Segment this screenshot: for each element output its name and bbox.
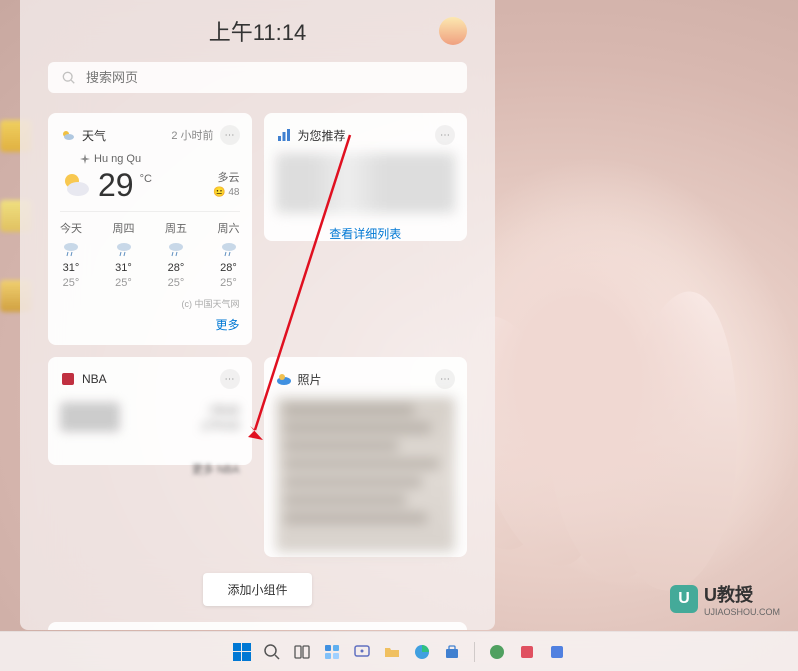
app-icon[interactable] bbox=[485, 640, 509, 664]
weather-condition: 多云 bbox=[213, 169, 239, 185]
app-icon[interactable] bbox=[545, 640, 569, 664]
chat-icon[interactable] bbox=[350, 640, 374, 664]
recommend-content-blurred bbox=[276, 153, 456, 213]
photos-title: 照片 bbox=[298, 371, 322, 388]
news-section: 热门故事 bbox=[48, 622, 467, 630]
rain-icon bbox=[166, 239, 186, 259]
nba-icon bbox=[60, 371, 76, 387]
explorer-icon[interactable] bbox=[380, 640, 404, 664]
store-icon[interactable] bbox=[440, 640, 464, 664]
weather-attribution: (c) 中国天气网 bbox=[60, 297, 240, 310]
search-icon bbox=[62, 71, 76, 85]
widgets-icon[interactable] bbox=[320, 640, 344, 664]
widget-more-button[interactable]: ⋯ bbox=[435, 125, 455, 145]
weather-updated: 2 小时前 bbox=[171, 127, 213, 143]
app-icon[interactable] bbox=[515, 640, 539, 664]
weather-unit: °C bbox=[140, 173, 152, 185]
task-view-icon[interactable] bbox=[290, 640, 314, 664]
widget-more-button[interactable]: ⋯ bbox=[435, 369, 455, 389]
forecast-day: 周四 31° 25° bbox=[113, 220, 135, 289]
weather-widget[interactable]: 天气 2 小时前 ⋯ Hu ng Qu 29 °C 多 bbox=[48, 113, 252, 345]
taskbar bbox=[0, 631, 798, 671]
watermark-icon: U bbox=[670, 585, 698, 613]
panel-time: 上午11:14 bbox=[209, 15, 306, 47]
weather-icon bbox=[60, 127, 76, 143]
search-bar[interactable] bbox=[48, 62, 467, 93]
widgets-panel: 上午11:14 天气 2 小时前 ⋯ Hu ng Qu bbox=[20, 0, 495, 630]
widget-more-button[interactable]: ⋯ bbox=[220, 369, 240, 389]
rain-icon bbox=[219, 239, 239, 259]
rain-icon bbox=[114, 239, 134, 259]
forecast-day: 今天 31° 25° bbox=[60, 220, 82, 289]
chart-icon bbox=[276, 127, 292, 143]
nba-more-link[interactable]: 更多 NBA bbox=[60, 461, 240, 477]
watermark: U U教授 UJIAOSHOU.COM bbox=[662, 577, 788, 621]
sun-cloud-icon bbox=[60, 169, 92, 201]
nba-content-blurred: 7月3日 上午9:00 bbox=[60, 397, 240, 437]
photos-widget[interactable]: 照片 ⋯ bbox=[264, 357, 468, 557]
recommend-detail-link[interactable]: 查看详细列表 bbox=[276, 225, 456, 242]
edge-icon[interactable] bbox=[410, 640, 434, 664]
photos-content-blurred bbox=[276, 397, 456, 552]
user-avatar[interactable] bbox=[439, 17, 467, 45]
recommend-widget[interactable]: 为您推荐 ⋯ 查看详细列表 bbox=[264, 113, 468, 241]
location-icon bbox=[80, 154, 90, 164]
photos-icon bbox=[276, 371, 292, 387]
forecast-day: 周五 28° 25° bbox=[165, 220, 187, 289]
rain-icon bbox=[61, 239, 81, 259]
weather-location: Hu ng Qu bbox=[80, 153, 240, 165]
taskbar-divider bbox=[474, 642, 475, 662]
taskbar-search-icon[interactable] bbox=[260, 640, 284, 664]
forecast-day: 周六 28° 25° bbox=[218, 220, 240, 289]
start-button[interactable] bbox=[230, 640, 254, 664]
nba-title: NBA bbox=[82, 372, 107, 386]
watermark-url: UJIAOSHOU.COM bbox=[704, 607, 780, 617]
nba-widget[interactable]: NBA ⋯ 7月3日 上午9:00 更多 NBA bbox=[48, 357, 252, 465]
recommend-title: 为您推荐 bbox=[298, 127, 346, 144]
search-input[interactable] bbox=[86, 70, 453, 85]
weather-aqi: 😐 48 bbox=[213, 187, 239, 198]
weather-title: 天气 bbox=[82, 127, 106, 144]
widget-more-button[interactable]: ⋯ bbox=[220, 125, 240, 145]
weather-more-link[interactable]: 更多 bbox=[60, 316, 240, 333]
weather-temp: 29 bbox=[98, 169, 134, 201]
add-widget-button[interactable]: 添加小组件 bbox=[203, 573, 311, 606]
watermark-text: U教授 bbox=[704, 581, 780, 607]
forecast-row: 今天 31° 25° 周四 31° 25° 周五 28° 25° bbox=[60, 211, 240, 289]
